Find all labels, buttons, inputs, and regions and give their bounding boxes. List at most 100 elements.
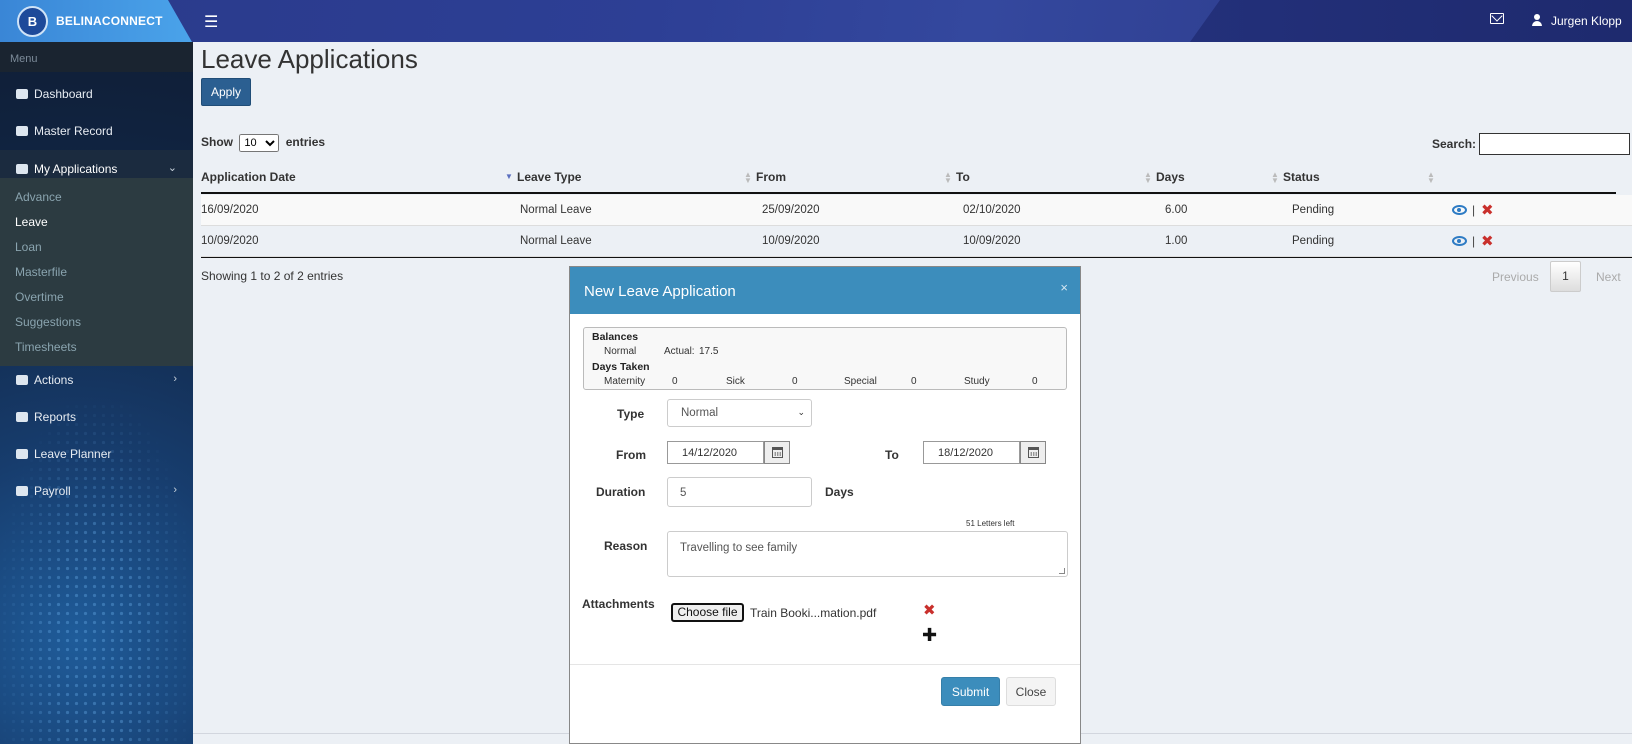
brand-logo-icon: B [17, 6, 48, 37]
modal-close-icon[interactable]: × [1060, 280, 1068, 295]
pagination-previous[interactable]: Previous [1492, 270, 1539, 284]
inbox-icon [16, 375, 28, 385]
column-header-status[interactable]: Status [1283, 170, 1320, 184]
modal-title: New Leave Application [584, 283, 736, 300]
column-header-to[interactable]: To [956, 170, 970, 184]
sidebar-item-master-record[interactable]: Master Record [0, 113, 193, 149]
to-date-input[interactable]: 18/12/2020 [923, 441, 1020, 464]
delete-icon[interactable]: ✖ [1481, 232, 1494, 250]
sick-value: 0 [792, 376, 798, 387]
add-attachment-icon[interactable]: ✚ [922, 625, 937, 646]
sidebar-item-label: Payroll [34, 484, 71, 498]
sort-icon[interactable]: ▲ ▼ [1144, 171, 1152, 185]
resize-handle-icon[interactable] [1059, 568, 1065, 574]
submenu-item-overtime[interactable]: Overtime [15, 290, 64, 304]
submenu-item-advance[interactable]: Advance [15, 190, 62, 204]
balance-normal-label: Normal [604, 346, 637, 357]
my-applications-submenu: Advance Leave Loan Masterfile Overtime S… [0, 178, 193, 366]
submenu-item-loan[interactable]: Loan [15, 240, 42, 254]
hamburger-menu-icon[interactable]: ☰ [204, 12, 218, 32]
sick-label: Sick [726, 376, 745, 387]
modal-footer-divider [570, 664, 1080, 665]
column-header-application-date[interactable]: Application Date [201, 170, 296, 184]
table-info: Showing 1 to 2 of 2 entries [201, 269, 344, 283]
apply-button[interactable]: Apply [201, 78, 251, 106]
user-icon[interactable] [1532, 14, 1542, 26]
view-icon[interactable] [1452, 236, 1467, 246]
choose-file-button[interactable]: Choose file [671, 603, 744, 622]
sidebar-item-dashboard[interactable]: Dashboard [0, 76, 193, 112]
column-header-days[interactable]: Days [1156, 170, 1185, 184]
sidebar-item-label: Reports [34, 410, 77, 424]
user-name[interactable]: Jurgen Klopp [1551, 14, 1622, 28]
sidebar-menu-header: Menu [0, 42, 193, 72]
leave-balances-panel: Balances Normal Actual: 17.5 Days Taken … [583, 327, 1067, 390]
book-icon [16, 412, 28, 422]
submenu-item-timesheets[interactable]: Timesheets [15, 340, 77, 354]
balance-actual-value: 17.5 [699, 346, 719, 357]
table-bottom-border [201, 257, 1632, 258]
modal-header: New Leave Application × [570, 267, 1080, 314]
chevron-down-icon: ⌄ [167, 162, 177, 174]
submit-button[interactable]: Submit [941, 677, 1000, 706]
action-separator: | [1472, 234, 1476, 248]
leave-type-select[interactable]: Normal ⌄ [667, 399, 812, 427]
letters-left-counter: 51 Letters left [966, 519, 1015, 528]
cell-days: 1.00 [1165, 235, 1188, 247]
delete-icon[interactable]: ✖ [1481, 201, 1494, 219]
pagination-next[interactable]: Next [1596, 270, 1621, 284]
new-leave-application-modal: New Leave Application × Balances Normal … [569, 266, 1081, 744]
balances-heading: Balances [592, 331, 639, 343]
show-label: Show [201, 135, 233, 149]
sidebar-item-actions[interactable]: Actions › [0, 362, 193, 398]
maternity-label: Maternity [604, 376, 646, 387]
sort-icon[interactable]: ▲ ▼ [1427, 171, 1435, 185]
sort-icon[interactable]: ▲ ▼ [744, 171, 752, 185]
chevron-down-icon: ⌄ [797, 407, 805, 417]
sidebar-item-reports[interactable]: Reports [0, 399, 193, 435]
sidebar-item-label: Actions [34, 373, 74, 387]
sidebar: Menu Dashboard Master Record My Applicat… [0, 42, 193, 744]
pagination-page-1[interactable]: 1 [1550, 261, 1581, 292]
page-size-select[interactable]: 10 [239, 134, 280, 152]
type-label: Type [617, 407, 645, 421]
from-date-input[interactable]: 14/12/2020 [667, 441, 764, 464]
duration-input[interactable]: 5 [667, 477, 812, 507]
to-calendar-icon[interactable] [1020, 441, 1046, 464]
submenu-item-suggestions[interactable]: Suggestions [15, 315, 81, 329]
from-calendar-icon[interactable] [764, 441, 790, 464]
cell-from: 25/09/2020 [762, 204, 820, 216]
cell-status: Pending [1292, 235, 1335, 247]
table-row: 10/09/2020 Normal Leave 10/09/2020 10/09… [201, 226, 1632, 257]
calendar-icon [16, 449, 28, 459]
sidebar-item-label: Master Record [34, 124, 113, 138]
sidebar-item-label: Dashboard [34, 87, 93, 101]
cell-status: Pending [1292, 204, 1335, 216]
money-icon [16, 486, 28, 496]
sort-icon[interactable]: ▲ ▼ [1271, 171, 1279, 185]
attachment-file-name: Train Booki...mation.pdf [750, 606, 877, 620]
special-label: Special [844, 376, 877, 387]
view-icon[interactable] [1452, 205, 1467, 215]
sidebar-item-leave-planner[interactable]: Leave Planner [0, 436, 193, 472]
maternity-value: 0 [672, 376, 678, 387]
brand-area[interactable]: B BELINACONNECT [0, 0, 192, 42]
reason-text: Travelling to see family [680, 542, 798, 554]
search-input[interactable] [1479, 133, 1630, 155]
submenu-item-masterfile[interactable]: Masterfile [15, 265, 67, 279]
remove-attachment-icon[interactable]: ✖ [923, 601, 936, 619]
brand-name: BELINACONNECT [56, 14, 163, 28]
column-header-leave-type[interactable]: Leave Type [517, 170, 581, 184]
chevron-right-icon: › [173, 484, 177, 496]
close-button[interactable]: Close [1006, 677, 1056, 706]
sort-icon[interactable]: ▲ ▼ [944, 171, 952, 185]
special-value: 0 [911, 376, 917, 387]
top-header: B BELINACONNECT ☰ Jurgen Klopp [0, 0, 1632, 42]
mail-icon[interactable] [1490, 13, 1504, 24]
reason-textarea[interactable]: Travelling to see family [667, 531, 1068, 577]
sidebar-item-payroll[interactable]: Payroll › [0, 473, 193, 509]
search-label: Search: [1432, 137, 1477, 151]
submenu-item-leave[interactable]: Leave [15, 215, 48, 229]
column-header-from[interactable]: From [756, 170, 786, 184]
sort-desc-icon[interactable]: ▼ [505, 173, 513, 181]
